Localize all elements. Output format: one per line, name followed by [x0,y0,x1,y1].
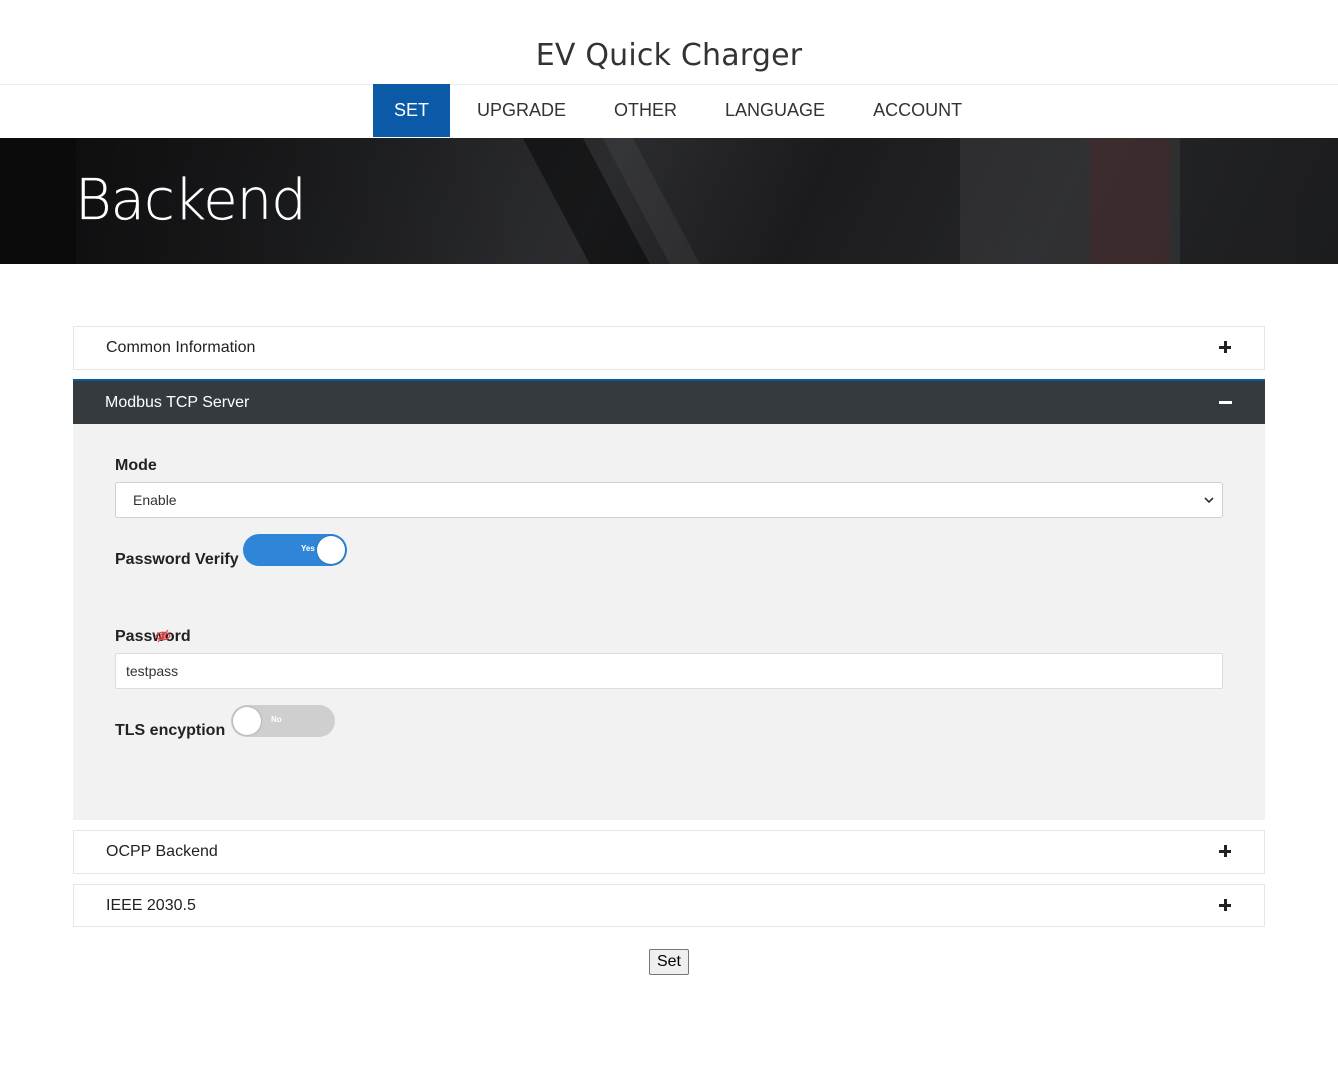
chevron-down-icon [1204,497,1214,504]
accordion-modbus-tcp-server[interactable]: Modbus TCP Server [73,379,1265,424]
main-nav: SET UPGRADE OTHER LANGUAGE ACCOUNT [373,84,986,137]
plus-icon [1218,899,1232,913]
password-verify-label: Password Verify [115,551,239,568]
accordion-title: OCPP Backend [106,843,218,860]
toggle-state-text: Yes [301,544,315,553]
mode-label: Mode [115,457,157,474]
nav-item-language[interactable]: LANGUAGE [701,84,849,137]
password-verify-toggle[interactable]: Yes [243,534,347,566]
tls-toggle[interactable]: No [231,705,335,737]
nav-item-set[interactable]: SET [373,84,451,137]
plus-icon [1218,845,1232,859]
modbus-settings-body: Mode Enable Password Verify Yes Password… [73,424,1265,820]
page-banner: Backend [0,138,1338,264]
site-title: EV Quick Charger [535,38,803,73]
toggle-knob [317,536,345,564]
password-input[interactable] [115,653,1223,689]
password-label: Password [115,628,191,645]
plus-icon [1218,341,1232,355]
banner-shade [0,138,76,264]
set-button[interactable]: Set [649,949,689,975]
mode-select[interactable]: Enable [115,482,1223,518]
nav-item-account[interactable]: ACCOUNT [849,84,986,137]
accordion-title: Modbus TCP Server [105,394,250,411]
mode-select-value: Enable [133,492,177,508]
toggle-knob [233,707,261,735]
accordion-title: IEEE 2030.5 [106,897,196,914]
minus-icon [1219,401,1232,404]
nav-item-other[interactable]: OTHER [590,84,701,137]
banner-decoration [1090,138,1170,264]
accordion-ocpp-backend[interactable]: OCPP Backend [73,830,1265,874]
nav-item-upgrade[interactable]: UPGRADE [450,84,590,137]
page-title: Backend [75,168,307,233]
accordion-common-information[interactable]: Common Information [73,326,1265,370]
tls-label: TLS encyption [115,722,226,739]
accordion-ieee-2030-5[interactable]: IEEE 2030.5 [73,884,1265,927]
accordion-title: Common Information [106,339,256,356]
eye-slash-icon[interactable] [155,629,171,643]
toggle-state-text: No [271,715,282,724]
